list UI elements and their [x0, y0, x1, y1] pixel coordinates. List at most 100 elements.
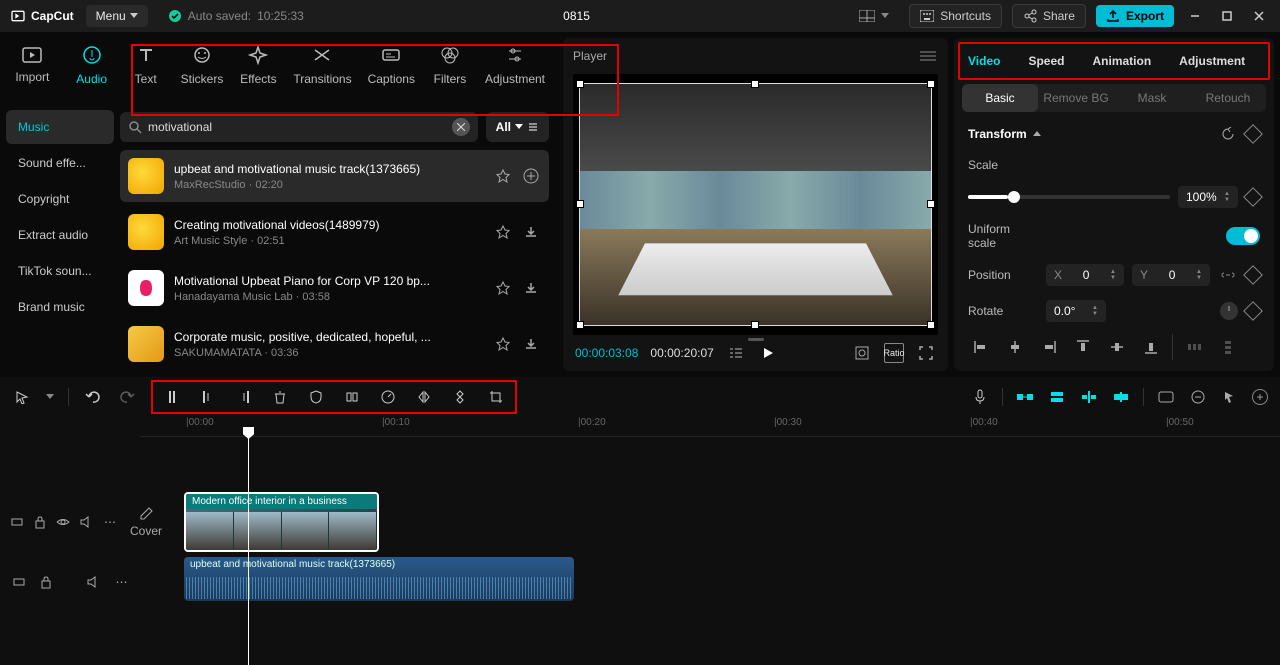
play-button[interactable] — [758, 343, 778, 363]
subtab-retouch[interactable]: Retouch — [1190, 84, 1266, 112]
align-center-h-button[interactable] — [1002, 334, 1028, 360]
align-right-button[interactable] — [1036, 334, 1062, 360]
fullscreen-button[interactable] — [916, 343, 936, 363]
sidebar-item-extract-audio[interactable]: Extract audio — [6, 218, 114, 252]
sidebar-item-sound-effects[interactable]: Sound effe... — [6, 146, 114, 180]
favorite-button[interactable] — [493, 222, 513, 242]
link-tracks-button[interactable] — [1047, 387, 1067, 407]
video-clip[interactable]: Modern office interior in a business — [184, 492, 379, 552]
favorite-button[interactable] — [493, 278, 513, 298]
pos-y-stepper[interactable]: ▲▼ — [1196, 270, 1202, 281]
close-button[interactable] — [1248, 5, 1270, 27]
selection-tool-button[interactable] — [12, 387, 32, 407]
crop-button[interactable] — [485, 386, 507, 408]
inspector-tab-speed[interactable]: Speed — [1026, 50, 1066, 72]
ratio-button[interactable]: Ratio — [884, 343, 904, 363]
trim-left-button[interactable] — [197, 386, 219, 408]
share-button[interactable]: Share — [1012, 4, 1086, 28]
position-x-box[interactable]: X0▲▼ — [1046, 264, 1124, 286]
subtab-remove-bg[interactable]: Remove BG — [1038, 84, 1114, 112]
nav-tab-effects[interactable]: Effects — [231, 40, 285, 90]
music-result-item[interactable]: upbeat and motivational music track(1373… — [120, 150, 549, 202]
preview-axis-button[interactable] — [1079, 387, 1099, 407]
track-mute-button[interactable] — [80, 512, 94, 532]
subtab-mask[interactable]: Mask — [1114, 84, 1190, 112]
playhead[interactable] — [248, 437, 249, 665]
track-mute-button[interactable] — [86, 572, 103, 592]
track-lock-button[interactable] — [34, 512, 46, 532]
download-track-button[interactable] — [521, 334, 541, 354]
split-button[interactable] — [161, 386, 183, 408]
reset-transform-button[interactable] — [1218, 124, 1238, 144]
align-bottom-button[interactable] — [1138, 334, 1164, 360]
audio-clip[interactable]: upbeat and motivational music track(1373… — [184, 557, 574, 601]
scale-stepper[interactable]: ▲▼ — [1224, 192, 1230, 203]
cursor-settings-button[interactable] — [1220, 387, 1240, 407]
search-input[interactable] — [148, 120, 446, 134]
track-collapse-button[interactable] — [10, 512, 24, 532]
track-align-button[interactable] — [1111, 387, 1131, 407]
audio-track-lane[interactable]: upbeat and motivational music track(1373… — [140, 557, 1280, 607]
align-left-button[interactable] — [968, 334, 994, 360]
transform-section[interactable]: Transform — [968, 127, 1041, 141]
player-menu-button[interactable] — [918, 46, 938, 66]
position-link-button[interactable] — [1218, 265, 1238, 285]
scale-slider[interactable] — [968, 195, 1170, 199]
video-track-lane[interactable]: Modern office interior in a business — [140, 487, 1280, 557]
shield-tool-button[interactable] — [305, 386, 327, 408]
scale-value-box[interactable]: 100%▲▼ — [1178, 186, 1238, 208]
rotate-value-box[interactable]: 0.0°▲▼ — [1046, 300, 1106, 322]
download-track-button[interactable] — [521, 222, 541, 242]
menu-button[interactable]: Menu — [86, 5, 148, 27]
distribute-h-button[interactable] — [1181, 334, 1207, 360]
scale-fit-button[interactable] — [852, 343, 872, 363]
track-visible-button[interactable] — [56, 512, 70, 532]
nav-tab-stickers[interactable]: Stickers — [173, 40, 232, 90]
nav-tab-adjustment[interactable]: Adjustment — [477, 40, 553, 90]
import-button[interactable]: Import — [0, 38, 65, 90]
redo-button[interactable] — [117, 387, 137, 407]
favorite-button[interactable] — [493, 334, 513, 354]
list-view-button[interactable] — [726, 343, 746, 363]
keyframe-transform-button[interactable] — [1243, 124, 1263, 144]
maximize-button[interactable] — [1216, 5, 1238, 27]
trim-right-button[interactable] — [233, 386, 255, 408]
music-result-item[interactable]: Corporate music, positive, dedicated, ho… — [120, 318, 549, 370]
flip-h-button[interactable] — [413, 386, 435, 408]
favorite-button[interactable] — [493, 166, 513, 186]
nav-tab-captions[interactable]: Captions — [360, 40, 423, 90]
inspector-tab-animation[interactable]: Animation — [1090, 50, 1153, 72]
export-button[interactable]: Export — [1096, 5, 1174, 27]
distribute-v-button[interactable] — [1215, 334, 1241, 360]
track-more-button[interactable]: ⋯ — [104, 512, 116, 532]
keyframe-position-button[interactable] — [1243, 265, 1263, 285]
mic-button[interactable] — [970, 387, 990, 407]
mirror-tool-button[interactable] — [341, 386, 363, 408]
align-top-button[interactable] — [1070, 334, 1096, 360]
align-center-v-button[interactable] — [1104, 334, 1130, 360]
timeline-ruler[interactable]: |00:00 |00:10 |00:20 |00:30 |00:40 |00:5… — [140, 417, 1280, 437]
nav-tab-audio[interactable]: Audio — [65, 40, 119, 90]
track-lock-button[interactable] — [37, 572, 54, 592]
inspector-tab-adjustment[interactable]: Adjustment — [1177, 50, 1247, 72]
sidebar-item-brand-music[interactable]: Brand music — [6, 290, 114, 324]
music-result-item[interactable]: Creating motivational videos(1489979) Ar… — [120, 206, 549, 258]
download-track-button[interactable] — [521, 278, 541, 298]
position-y-box[interactable]: Y0▲▼ — [1132, 264, 1210, 286]
clear-search-button[interactable] — [452, 118, 470, 136]
layout-button[interactable] — [849, 6, 899, 26]
track-collapse-button[interactable] — [10, 572, 27, 592]
filter-all-button[interactable]: All — [486, 112, 549, 142]
subtab-basic[interactable]: Basic — [962, 84, 1038, 112]
delete-button[interactable] — [269, 386, 291, 408]
snap-button[interactable] — [1015, 387, 1035, 407]
zoom-in-button[interactable]: + — [1252, 389, 1268, 405]
search-box[interactable] — [120, 112, 478, 142]
music-result-item[interactable]: Motivational Upbeat Piano for Corp VP 12… — [120, 262, 549, 314]
sidebar-item-music[interactable]: Music — [6, 110, 114, 144]
keyframe-scale-button[interactable] — [1243, 187, 1263, 207]
keyframe-rotate-button[interactable] — [1243, 301, 1263, 321]
undo-button[interactable] — [83, 387, 103, 407]
rotate-stepper[interactable]: ▲▼ — [1092, 306, 1098, 317]
inspector-tab-video[interactable]: Video — [966, 50, 1002, 72]
